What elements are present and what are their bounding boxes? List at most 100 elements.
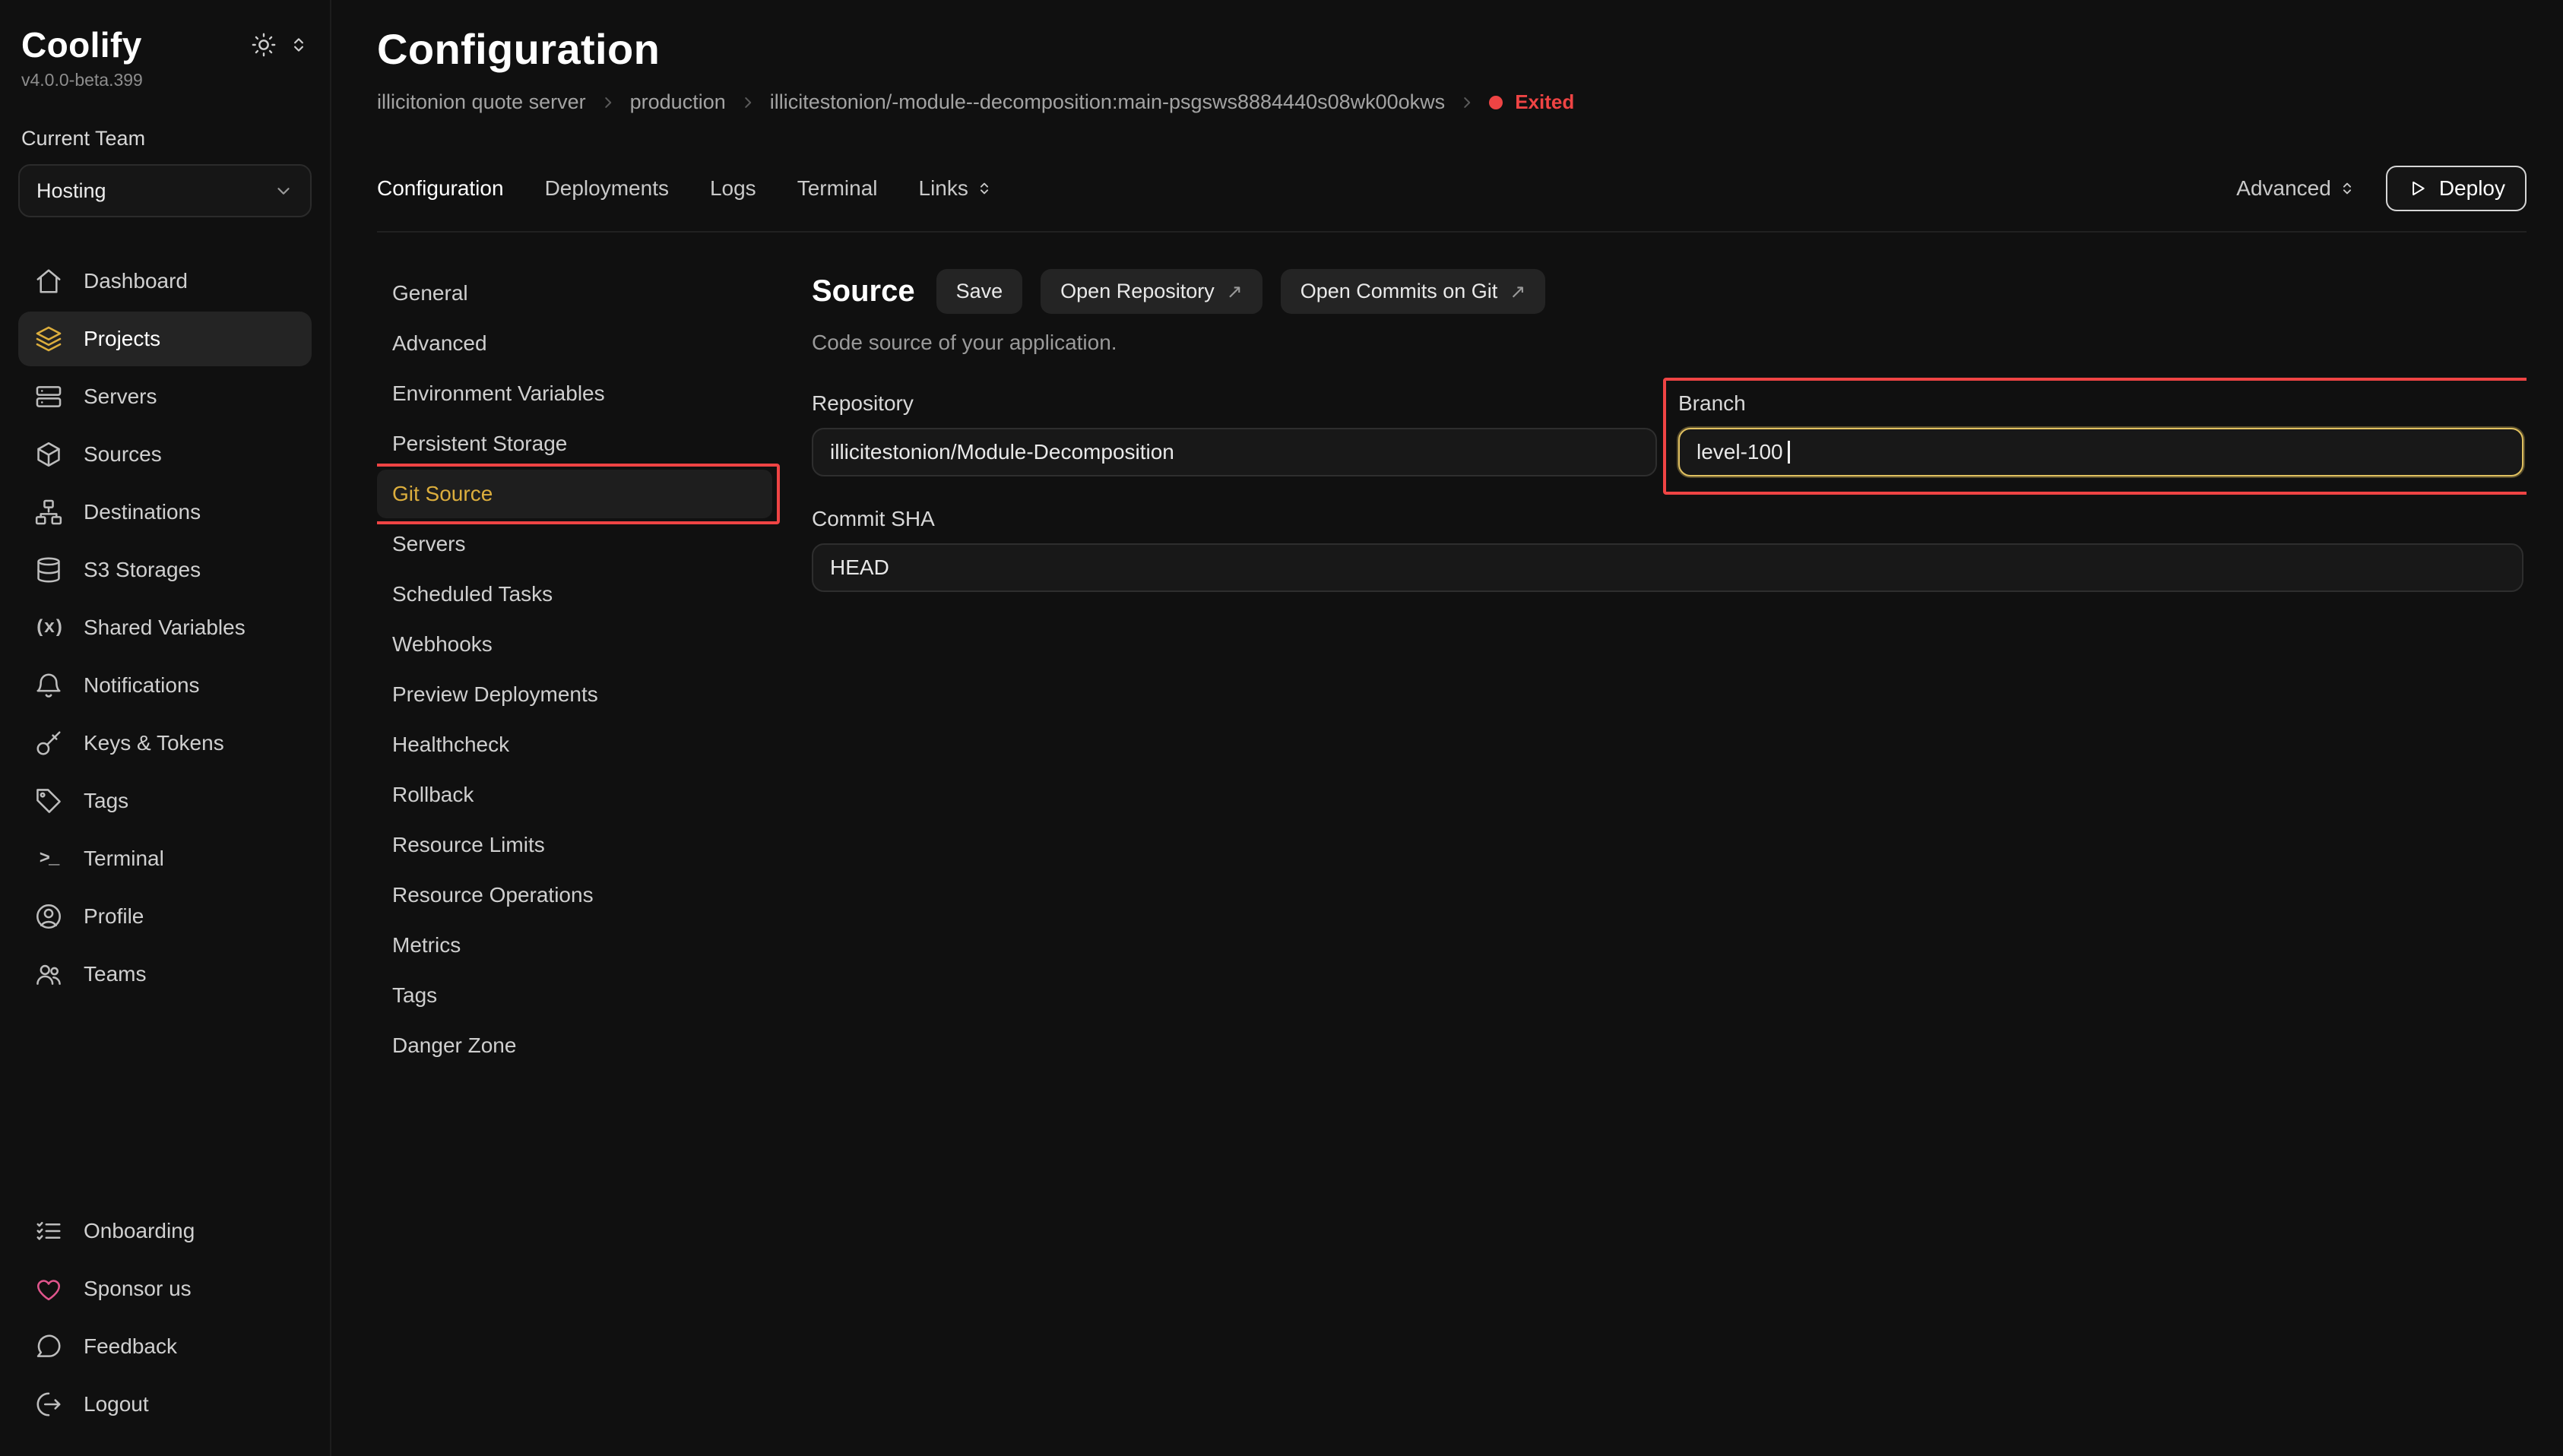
sidebar-item-servers[interactable]: Servers <box>18 369 312 424</box>
sidebar-item-destinations[interactable]: Destinations <box>18 485 312 540</box>
home-icon <box>33 266 64 296</box>
chevron-up-down-icon <box>2339 180 2355 197</box>
tab-bar: Configuration Deployments Logs Terminal … <box>377 166 2527 233</box>
open-repository-label: Open Repository <box>1060 280 1215 303</box>
sidebar-item-terminal[interactable]: >_ Terminal <box>18 831 312 886</box>
sidebar-nav: Dashboard Projects Servers Sources Desti… <box>18 254 312 1002</box>
branch-input[interactable] <box>1678 428 2523 476</box>
breadcrumb-project[interactable]: illicitonion quote server <box>377 90 586 114</box>
sidebar-item-label: Shared Variables <box>84 616 246 640</box>
sidebar-item-logout[interactable]: Logout <box>18 1377 312 1432</box>
subnav-item-git-source[interactable]: Git Source <box>377 470 772 518</box>
database-icon <box>33 555 64 585</box>
checklist-icon <box>33 1216 64 1246</box>
commit-sha-input[interactable] <box>812 543 2523 592</box>
sidebar-item-tags[interactable]: Tags <box>18 774 312 828</box>
version-label: v4.0.0-beta.399 <box>21 70 309 90</box>
open-commits-button[interactable]: Open Commits on Git ↗ <box>1281 269 1546 314</box>
heart-icon <box>33 1274 64 1304</box>
sidebar-item-notifications[interactable]: Notifications <box>18 658 312 713</box>
subnav-item-danger-zone[interactable]: Danger Zone <box>377 1021 772 1070</box>
text-cursor <box>1788 441 1790 464</box>
subnav-item-general[interactable]: General <box>377 269 772 318</box>
subnav-item-environment-variables[interactable]: Environment Variables <box>377 369 772 418</box>
status-badge: Exited <box>1489 90 1574 114</box>
deploy-button[interactable]: Deploy <box>2386 166 2527 211</box>
branch-input-wrap <box>1678 428 2523 476</box>
sidebar-item-projects[interactable]: Projects <box>18 312 312 366</box>
sidebar-item-label: Terminal <box>84 847 164 871</box>
subnav-item-metrics[interactable]: Metrics <box>377 921 772 970</box>
subnav-item-scheduled-tasks[interactable]: Scheduled Tasks <box>377 570 772 619</box>
source-heading: Source <box>812 274 915 309</box>
sidebar-item-profile[interactable]: Profile <box>18 889 312 944</box>
breadcrumb-environment[interactable]: production <box>630 90 726 114</box>
subnav-item-resource-limits[interactable]: Resource Limits <box>377 821 772 869</box>
tab-terminal[interactable]: Terminal <box>797 176 878 201</box>
sidebar-item-label: Destinations <box>84 500 201 524</box>
user-circle-icon <box>33 901 64 932</box>
commit-sha-input-wrap <box>812 543 2523 592</box>
subnav-item-tags[interactable]: Tags <box>377 971 772 1020</box>
sidebar-item-s3-storages[interactable]: S3 Storages <box>18 543 312 597</box>
app-root: Coolify v4.0.0-beta.399 Current Team Hos… <box>0 0 2563 1456</box>
sidebar-item-feedback[interactable]: Feedback <box>18 1319 312 1374</box>
sidebar-item-label: Sponsor us <box>84 1277 192 1301</box>
sidebar-item-label: Notifications <box>84 673 200 698</box>
tab-links[interactable]: Links <box>919 176 993 201</box>
save-button[interactable]: Save <box>936 269 1023 314</box>
tab-logs[interactable]: Logs <box>710 176 756 201</box>
source-panel-head: Source Save Open Repository ↗ Open Commi… <box>812 269 2523 314</box>
status-dot-icon <box>1489 96 1503 109</box>
play-icon <box>2407 179 2427 198</box>
sun-icon[interactable] <box>251 32 277 58</box>
subnav-item-servers[interactable]: Servers <box>377 520 772 568</box>
sidebar-item-shared-variables[interactable]: (x) Shared Variables <box>18 600 312 655</box>
branch-label: Branch <box>1678 391 2523 416</box>
sidebar-item-label: S3 Storages <box>84 558 201 582</box>
key-icon <box>33 728 64 758</box>
advanced-dropdown[interactable]: Advanced <box>2236 176 2355 201</box>
advanced-label: Advanced <box>2236 176 2331 201</box>
layers-icon <box>33 324 64 354</box>
commit-sha-label: Commit SHA <box>812 507 2523 531</box>
subnav-item-git-source-wrap: Git Source <box>377 470 772 518</box>
chevron-up-down-icon <box>976 180 993 197</box>
sidebar-item-dashboard[interactable]: Dashboard <box>18 254 312 309</box>
team-select[interactable]: Hosting <box>18 164 312 217</box>
sidebar-item-label: Logout <box>84 1392 149 1416</box>
network-icon <box>33 497 64 527</box>
tag-icon <box>33 786 64 816</box>
page-title: Configuration <box>377 24 2527 74</box>
settings-subnav: General Advanced Environment Variables P… <box>377 269 772 1456</box>
subnav-item-resource-operations[interactable]: Resource Operations <box>377 871 772 919</box>
subnav-item-persistent-storage[interactable]: Persistent Storage <box>377 419 772 468</box>
chevron-up-down-icon[interactable] <box>289 35 309 55</box>
subnav-item-advanced[interactable]: Advanced <box>377 319 772 368</box>
tab-actions: Advanced Deploy <box>2236 166 2527 211</box>
app-logo[interactable]: Coolify <box>21 24 142 65</box>
breadcrumb: illicitonion quote server production ill… <box>377 90 2527 114</box>
sidebar: Coolify v4.0.0-beta.399 Current Team Hos… <box>0 0 331 1456</box>
package-icon <box>33 439 64 470</box>
subnav-item-healthcheck[interactable]: Healthcheck <box>377 720 772 769</box>
breadcrumb-application[interactable]: illicitestonion/-module--decomposition:m… <box>770 90 1445 114</box>
sidebar-item-teams[interactable]: Teams <box>18 947 312 1002</box>
brand-icons <box>251 32 309 58</box>
tab-configuration[interactable]: Configuration <box>377 176 504 201</box>
status-label: Exited <box>1515 90 1574 114</box>
sidebar-item-onboarding[interactable]: Onboarding <box>18 1204 312 1258</box>
subnav-item-webhooks[interactable]: Webhooks <box>377 620 772 669</box>
commit-sha-field: Commit SHA <box>812 507 2523 592</box>
brand-row: Coolify <box>18 21 312 65</box>
sidebar-item-sources[interactable]: Sources <box>18 427 312 482</box>
open-repository-button[interactable]: Open Repository ↗ <box>1041 269 1262 314</box>
sidebar-item-sponsor-us[interactable]: Sponsor us <box>18 1261 312 1316</box>
tab-deployments[interactable]: Deployments <box>545 176 669 201</box>
sidebar-item-keys-tokens[interactable]: Keys & Tokens <box>18 716 312 771</box>
subnav-item-preview-deployments[interactable]: Preview Deployments <box>377 670 772 719</box>
sidebar-item-label: Servers <box>84 385 157 409</box>
subnav-item-rollback[interactable]: Rollback <box>377 771 772 819</box>
tabs: Configuration Deployments Logs Terminal … <box>377 176 993 201</box>
repository-input[interactable] <box>812 428 1657 476</box>
